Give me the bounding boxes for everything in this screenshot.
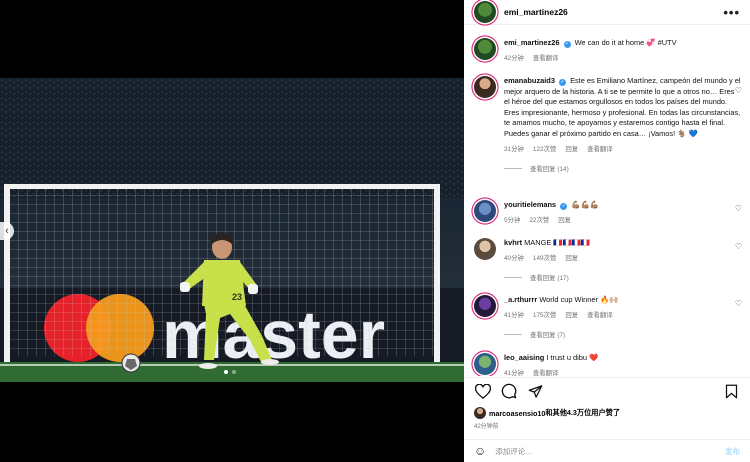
comment-text: Este es Emiliano Martínez, campeón del m… (504, 76, 741, 138)
comment-likes[interactable]: 175次赞 (533, 310, 556, 319)
comment-likes[interactable]: 122次赞 (533, 144, 556, 153)
view-replies-label: 查看回复 (7) (530, 331, 566, 339)
post-photo: master 23 (0, 78, 464, 382)
comment-like-heart-icon[interactable]: ♡ (735, 242, 742, 251)
verified-badge-icon: ✓ (559, 79, 566, 86)
reply-button[interactable]: 回复 (558, 215, 571, 224)
comment-item: kvhrt MANGE 🇫🇷🇫🇷🇫🇷🇫🇷 40分钟 149次赞 回复 查看回复 … (474, 238, 742, 282)
comment-likes[interactable]: 149次赞 (533, 253, 556, 262)
share-icon[interactable] (526, 382, 544, 400)
commenter-avatar[interactable] (474, 295, 496, 317)
comment-time: 5分钟 (504, 216, 521, 224)
comment-icon[interactable] (500, 382, 518, 400)
post-time: 42分钟前 (474, 424, 499, 430)
view-replies-label: 查看回复 (17) (530, 274, 569, 282)
commenter-avatar[interactable] (474, 76, 496, 98)
commenter-avatar[interactable] (474, 238, 496, 260)
bookmark-icon[interactable] (722, 382, 740, 400)
carousel-indicator (224, 370, 236, 374)
caption-translate-link[interactable]: 查看翻译 (533, 53, 559, 62)
comment-text: World cup Winner 🔥🙌🏼 (539, 295, 619, 304)
comment-like-heart-icon[interactable]: ♡ (735, 299, 742, 308)
view-replies-button[interactable]: 查看回复 (17) (504, 273, 742, 282)
author-username[interactable]: emi_martinez26 (504, 7, 568, 17)
commenter-username[interactable]: kvhrt (504, 238, 522, 247)
comment-time: 41分钟 (504, 311, 524, 319)
author-avatar[interactable] (474, 1, 496, 23)
comment-item: youritielemans ✓ 💪🏽💪🏽💪🏽 5分钟 22次赞 回复 ♡ (474, 200, 742, 224)
comment-item: _a.rthurrr World cup Winner 🔥🙌🏼 41分钟 175… (474, 295, 742, 339)
comment-item: leo_aaising I trust u dibu ❤️ 41分钟 查看翻译 (474, 353, 742, 376)
translate-link[interactable]: 查看翻译 (587, 310, 613, 319)
verified-badge-icon: ✓ (560, 203, 568, 210)
post-comment-button[interactable]: 发布 (725, 446, 740, 457)
caption-time: 42分钟 (504, 54, 524, 62)
liker-avatar[interactable] (474, 407, 486, 419)
reply-button[interactable]: 回复 (565, 253, 578, 262)
caption-avatar[interactable] (474, 38, 496, 60)
more-options-icon[interactable]: ••• (723, 5, 740, 20)
comment-text: I trust u dibu ❤️ (546, 353, 599, 362)
verified-badge-icon: ✓ (563, 41, 571, 48)
view-replies-label: 查看回复 (14) (530, 165, 569, 173)
commenter-username[interactable]: emanabuzaid3 (504, 76, 555, 85)
add-comment-bar: ☺ 发布 (464, 439, 750, 462)
likes-summary: marcoasensio10 和其他4.3万位用户赞了 (474, 407, 740, 419)
reply-button[interactable]: 回复 (565, 144, 578, 153)
translate-link[interactable]: 查看翻译 (587, 144, 613, 153)
chevron-left-icon: ‹ (5, 224, 9, 237)
commenter-avatar[interactable] (474, 353, 496, 375)
comment-input[interactable] (495, 446, 725, 456)
comment-likes[interactable]: 22次赞 (529, 215, 549, 224)
shirt-number: 23 (232, 292, 242, 302)
view-replies-button[interactable]: 查看回复 (14) (504, 164, 742, 173)
carousel-dot-2 (232, 370, 236, 374)
post-media: master 23 (0, 0, 464, 462)
post-action-bar: marcoasensio10 和其他4.3万位用户赞了 42分钟前 (464, 377, 750, 430)
caption-text: We can do it at home 💞 #UTV (574, 38, 677, 47)
reply-button[interactable]: 回复 (565, 310, 578, 319)
comment-time: 41分钟 (504, 369, 524, 376)
heart-icon[interactable] (474, 382, 492, 400)
view-replies-button[interactable]: 查看回复 (7) (504, 330, 742, 339)
carousel-dot-1 (224, 370, 228, 374)
caption: emi_martinez26 ✓ We can do it at home 💞 … (474, 38, 742, 62)
comment-like-heart-icon[interactable]: ♡ (735, 204, 742, 213)
emoji-picker-icon[interactable]: ☺ (474, 444, 486, 458)
comment-text: 💪🏽💪🏽💪🏽 (571, 200, 599, 209)
comment-like-heart-icon[interactable]: ♡ (735, 86, 742, 95)
likes-count-text[interactable]: 和其他4.3万位用户赞了 (545, 408, 620, 418)
caption-username[interactable]: emi_martinez26 (504, 38, 559, 47)
translate-link[interactable]: 查看翻译 (533, 368, 559, 376)
comment-item: emanabuzaid3 ✓ Este es Emiliano Martínez… (474, 76, 742, 173)
post-header: emi_martinez26 ••• (464, 0, 750, 25)
commenter-username[interactable]: youritielemans (504, 200, 556, 209)
comments-list[interactable]: emi_martinez26 ✓ We can do it at home 💞 … (464, 30, 750, 376)
post-side-panel: emi_martinez26 ••• emi_martinez26 ✓ We c… (464, 0, 750, 462)
goalkeeper-photo: master 23 (0, 78, 464, 382)
comment-text: MANGE 🇫🇷🇫🇷🇫🇷🇫🇷 (524, 238, 591, 247)
commenter-username[interactable]: _a.rthurrr (504, 295, 537, 304)
liker-username[interactable]: marcoasensio10 (489, 409, 545, 418)
comment-time: 31分钟 (504, 145, 524, 153)
commenter-username[interactable]: leo_aaising (504, 353, 544, 362)
comment-time: 40分钟 (504, 254, 524, 262)
commenter-avatar[interactable] (474, 200, 496, 222)
